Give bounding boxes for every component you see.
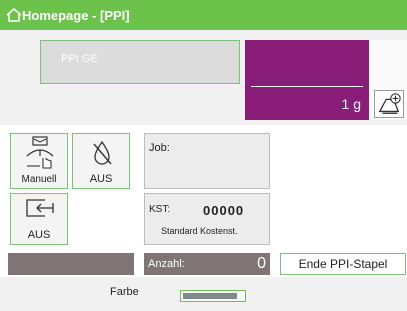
job-field[interactable]: Job: bbox=[144, 133, 270, 189]
manual-weight-icon bbox=[26, 136, 54, 169]
weight-divider bbox=[251, 86, 363, 87]
ink-off-icon bbox=[93, 140, 112, 165]
feeder-off-button[interactable]: AUS bbox=[10, 193, 68, 245]
weight-value: 1 g bbox=[341, 96, 361, 112]
scale-add-icon bbox=[378, 93, 401, 114]
feeder-off-label: AUS bbox=[27, 229, 51, 241]
title-bar: Homepage - [PPI] bbox=[0, 0, 407, 30]
anzahl-value: 0 bbox=[257, 255, 266, 272]
manual-weight-label: Manuell bbox=[21, 174, 57, 185]
ppi-field[interactable]: PPI GE bbox=[40, 40, 240, 84]
status-bar-left bbox=[8, 253, 134, 275]
weight-display: 1 g bbox=[245, 40, 369, 120]
ink-level-fill bbox=[183, 293, 237, 299]
page-title: Homepage - [PPI] bbox=[22, 8, 130, 23]
home-icon[interactable] bbox=[5, 6, 23, 24]
end-ppi-batch-button[interactable]: Ende PPI-Stapel bbox=[280, 253, 406, 275]
cost-center-field[interactable]: KST: 00000 Standard Kostenst. bbox=[144, 193, 270, 245]
feeder-off-icon bbox=[26, 199, 54, 217]
anzahl-label: Anzahl: bbox=[148, 258, 185, 270]
ink-off-label: AUS bbox=[89, 173, 113, 185]
job-label: Job: bbox=[149, 142, 170, 154]
ink-level-label: Farbe bbox=[110, 286, 139, 298]
scale-add-button[interactable] bbox=[374, 90, 404, 118]
kst-description: Standard Kostenst. bbox=[161, 226, 238, 236]
ink-level-bar bbox=[180, 290, 246, 302]
kst-label: KST: bbox=[149, 204, 171, 215]
ppi-field-text: PPI GE bbox=[61, 53, 98, 65]
count-field: Anzahl: 0 bbox=[144, 253, 270, 275]
manual-weight-button[interactable]: Manuell bbox=[10, 133, 68, 189]
kst-value: 00000 bbox=[203, 203, 245, 218]
ink-off-button[interactable]: AUS bbox=[72, 133, 130, 189]
